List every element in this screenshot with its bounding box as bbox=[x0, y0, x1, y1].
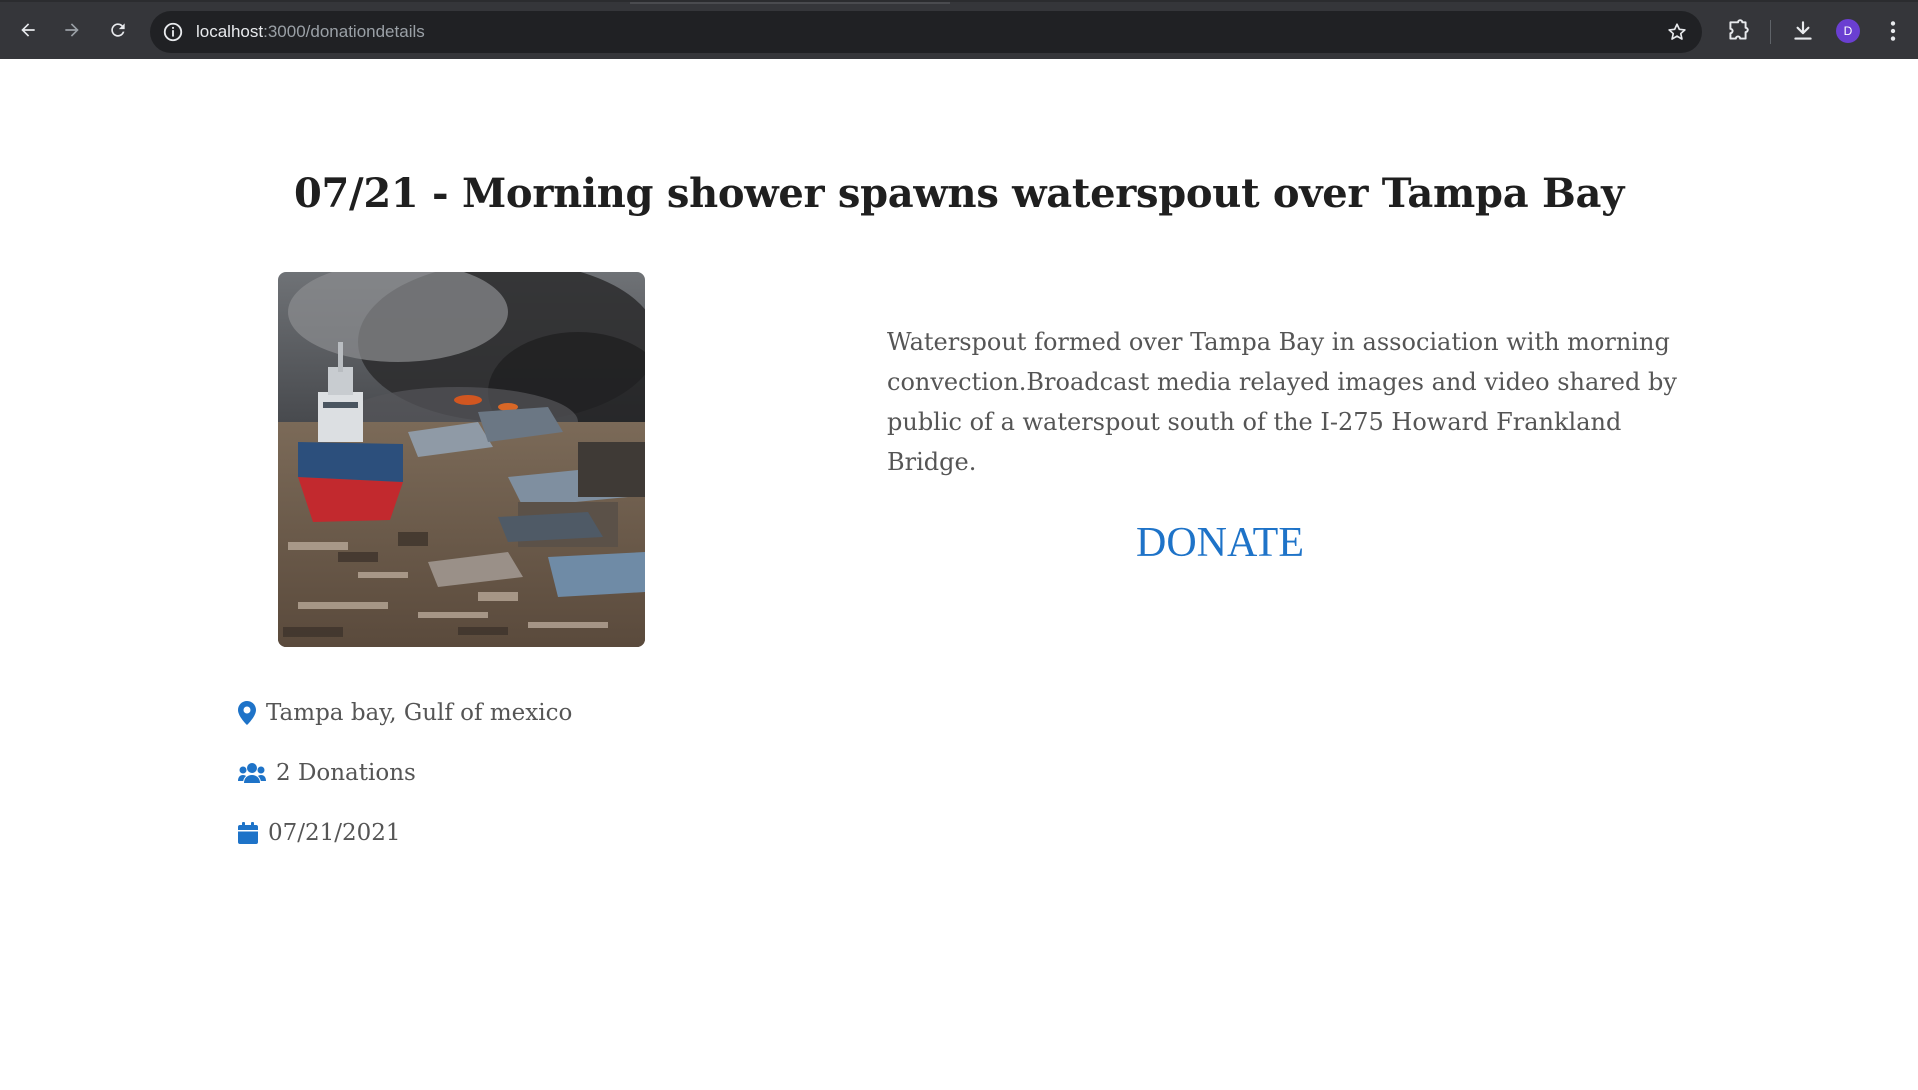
donations-row: 2 Donations bbox=[238, 760, 416, 786]
tab-strip-edge bbox=[630, 2, 950, 4]
map-marker-icon bbox=[238, 701, 256, 725]
date-row: 07/21/2021 bbox=[238, 820, 401, 846]
forward-button[interactable] bbox=[56, 14, 88, 46]
arrow-left-icon bbox=[21, 23, 35, 37]
calendar-icon bbox=[238, 822, 258, 844]
disaster-photo-graphic bbox=[278, 272, 645, 647]
url-path: :3000/donationdetails bbox=[263, 22, 425, 41]
bookmark-star-icon[interactable] bbox=[1666, 21, 1688, 43]
address-bar[interactable]: localhost:3000/donationdetails bbox=[150, 11, 1702, 53]
download-icon[interactable] bbox=[1790, 18, 1816, 44]
browser-toolbar: localhost:3000/donationdetails D bbox=[0, 0, 1918, 59]
back-button[interactable] bbox=[12, 14, 44, 46]
extensions-icon[interactable] bbox=[1725, 18, 1751, 44]
reload-icon bbox=[111, 23, 125, 37]
info-icon[interactable] bbox=[162, 21, 184, 43]
location-text: Tampa bay, Gulf of mexico bbox=[266, 700, 573, 726]
donations-count: 2 Donations bbox=[276, 760, 416, 786]
event-date: 07/21/2021 bbox=[268, 820, 401, 846]
page-title: 07/21 - Morning shower spawns waterspout… bbox=[293, 170, 1625, 217]
disaster-photo bbox=[278, 272, 645, 647]
donate-button[interactable]: DONATE bbox=[1100, 519, 1340, 567]
arrow-right-icon bbox=[65, 23, 79, 37]
url-host: localhost bbox=[196, 22, 264, 41]
profile-avatar[interactable]: D bbox=[1836, 19, 1860, 43]
users-icon bbox=[238, 763, 266, 783]
event-description: Waterspout formed over Tampa Bay in asso… bbox=[887, 328, 1677, 476]
location-row: Tampa bay, Gulf of mexico bbox=[238, 700, 572, 726]
reload-button[interactable] bbox=[102, 14, 134, 46]
more-menu-icon[interactable] bbox=[1880, 18, 1906, 44]
url-text[interactable]: localhost:3000/donationdetails bbox=[196, 22, 425, 42]
toolbar-divider bbox=[1770, 20, 1771, 44]
